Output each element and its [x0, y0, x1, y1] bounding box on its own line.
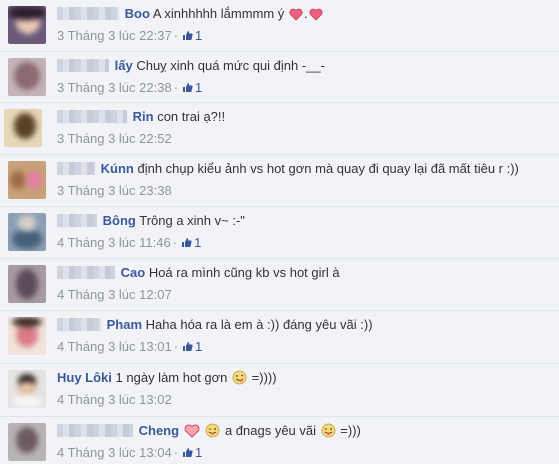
like-count[interactable]: 1	[195, 339, 202, 354]
comment-item: Rin con trai ạ?!! 3 Tháng 3 lúc 22:52	[0, 103, 559, 155]
like-count[interactable]: 1	[195, 445, 202, 460]
avatar[interactable]	[8, 6, 46, 44]
heart-icon	[309, 8, 323, 21]
avatar[interactable]	[8, 58, 46, 96]
thumbs-up-icon[interactable]	[182, 447, 193, 458]
emoji-separator: .	[303, 6, 308, 21]
thumbs-up-icon[interactable]	[182, 82, 193, 93]
tongue-emoji-icon	[232, 370, 247, 385]
comment-text: con trai ạ?!!	[157, 109, 226, 124]
comment-item: Boo A xinhhhhh lắmmmm ý . 3 Tháng 3 lúc …	[0, 0, 559, 52]
comment-author[interactable]: Cao	[121, 265, 146, 280]
comment-timestamp[interactable]: 4 Tháng 3 lúc 12:07	[57, 287, 172, 302]
comment-timestamp[interactable]: 4 Tháng 3 lúc 13:02	[57, 392, 172, 407]
avatar[interactable]	[8, 265, 46, 303]
wink-emoji-icon	[321, 423, 336, 438]
wink-emoji-icon	[205, 423, 220, 438]
like-count[interactable]: 1	[195, 80, 202, 95]
comment-text: a đnags yêu vãi	[224, 423, 317, 438]
comment-item: Cheng a đnags yêu vãi =))) 4 Tháng 3 lúc…	[0, 417, 559, 464]
like-count[interactable]: 1	[194, 235, 201, 250]
redacted-name	[57, 162, 95, 175]
comment-text: Hoá ra mình cũng kb vs hot girl à	[148, 265, 340, 280]
avatar[interactable]	[8, 317, 46, 355]
comment-text: Chuỵ xinh quá mức qui định -__-	[136, 58, 325, 73]
comment-author[interactable]: Huy Lôki	[57, 370, 112, 385]
redacted-name	[57, 110, 127, 123]
comment-text: Haha hóa ra là em à :)) đáng yêu vãi :))	[145, 317, 373, 332]
comment-text: Trông a xinh v~ :-"	[139, 213, 245, 228]
comment-timestamp[interactable]: 4 Tháng 3 lúc 13:04	[57, 445, 172, 460]
thumbs-up-icon[interactable]	[182, 341, 193, 352]
comment-item: Cao Hoá ra mình cũng kb vs hot girl à 4 …	[0, 259, 559, 311]
avatar[interactable]	[8, 423, 46, 461]
comment-text: định chụp kiểu ảnh vs hot gơn mà quay đi…	[137, 161, 519, 176]
avatar[interactable]	[8, 161, 46, 199]
redacted-name	[57, 318, 101, 331]
comment-text: A xinhhhhh lắmmmm ý	[152, 6, 285, 21]
comment-author[interactable]: Pham	[107, 317, 142, 332]
comment-author[interactable]: lấy	[115, 58, 133, 73]
heart-outline-icon	[184, 424, 200, 438]
comment-author[interactable]: Kúnn	[101, 161, 134, 176]
thumbs-up-icon[interactable]	[181, 237, 192, 248]
comment-timestamp[interactable]: 3 Tháng 3 lúc 23:38	[57, 183, 172, 198]
comment-list: Boo A xinhhhhh lắmmmm ý . 3 Tháng 3 lúc …	[0, 0, 559, 464]
comment-item: Kúnn định chụp kiểu ảnh vs hot gơn mà qu…	[0, 155, 559, 207]
comment-text-suffix: =)))	[340, 423, 361, 438]
redacted-name	[57, 214, 97, 227]
comment-author[interactable]: Cheng	[139, 423, 179, 438]
comment-timestamp[interactable]: 4 Tháng 3 lúc 13:01	[57, 339, 172, 354]
redacted-name	[57, 59, 109, 72]
thumbs-up-icon[interactable]	[182, 30, 193, 41]
comment-timestamp[interactable]: 4 Tháng 3 lúc 11:46	[57, 235, 171, 250]
comment-timestamp[interactable]: 3 Tháng 3 lúc 22:38	[57, 80, 172, 95]
comment-text-suffix: =))))	[251, 370, 277, 385]
avatar[interactable]	[8, 370, 46, 408]
redacted-name	[57, 7, 119, 20]
comment-item: Huy Lôki 1 ngày làm hot gơn =)))) 4 Thán…	[0, 364, 559, 417]
comment-item: Pham Haha hóa ra là em à :)) đáng yêu vã…	[0, 311, 559, 364]
avatar[interactable]	[8, 213, 46, 251]
comment-author[interactable]: Bông	[103, 213, 136, 228]
redacted-name	[57, 424, 133, 437]
comment-timestamp[interactable]: 3 Tháng 3 lúc 22:37	[57, 28, 172, 43]
heart-icon	[289, 8, 303, 21]
comment-item: Bông Trông a xinh v~ :-" 4 Tháng 3 lúc 1…	[0, 207, 559, 259]
comment-item: lấy Chuỵ xinh quá mức qui định -__- 3 Th…	[0, 52, 559, 103]
comment-author[interactable]: Rin	[133, 109, 154, 124]
redacted-name	[57, 266, 115, 279]
like-count[interactable]: 1	[195, 28, 202, 43]
comment-text: 1 ngày làm hot gơn	[115, 370, 228, 385]
avatar[interactable]	[4, 109, 42, 147]
comment-timestamp[interactable]: 3 Tháng 3 lúc 22:52	[57, 131, 172, 146]
comment-author[interactable]: Boo	[125, 6, 150, 21]
